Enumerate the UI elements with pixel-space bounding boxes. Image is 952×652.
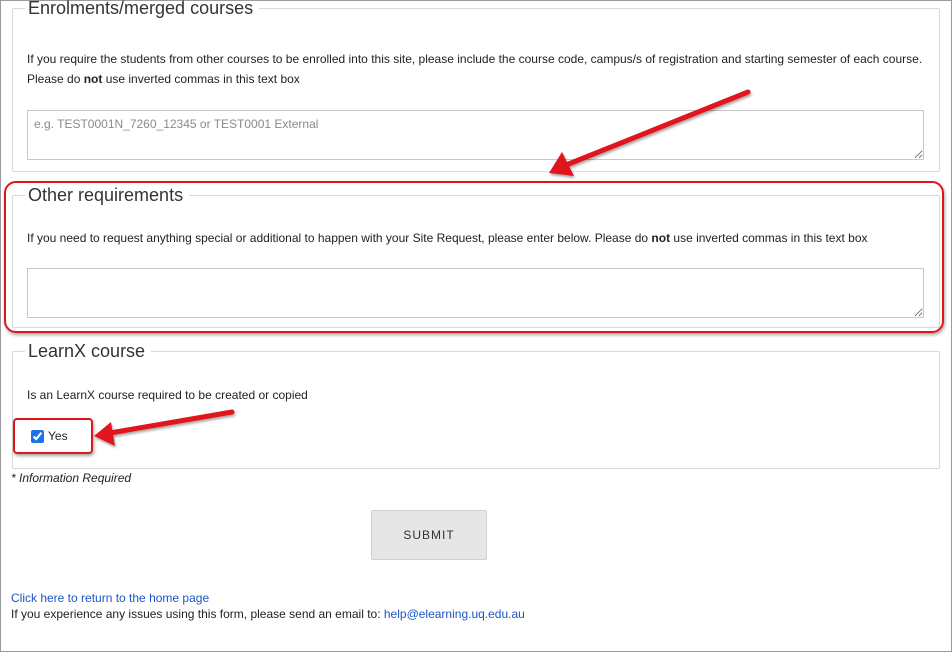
enrolments-description-line1: If you require the students from other c… — [27, 52, 923, 66]
checkbox-highlight — [13, 418, 93, 454]
issues-text: If you experience any issues using this … — [11, 607, 384, 621]
support-email-link[interactable]: help@elearning.uq.edu.au — [384, 607, 525, 621]
submit-button[interactable]: SUBMIT — [371, 510, 487, 560]
home-page-link[interactable]: Click here to return to the home page — [11, 591, 209, 605]
enrolments-legend: Enrolments/merged courses — [28, 0, 254, 18]
learnx-section: LearnX course — [12, 341, 940, 469]
required-note: * Information Required — [11, 471, 132, 485]
other-requirements-highlight — [4, 181, 944, 333]
learnx-description: Is an LearnX course required to be creat… — [27, 388, 308, 402]
enrolments-description-line2: Please do not use inverted commas in thi… — [27, 72, 300, 86]
home-link-line: Click here to return to the home page — [11, 591, 209, 605]
issues-line: If you experience any issues using this … — [11, 607, 525, 621]
enrolments-textarea[interactable] — [27, 110, 924, 160]
learnx-legend: LearnX course — [28, 341, 146, 361]
